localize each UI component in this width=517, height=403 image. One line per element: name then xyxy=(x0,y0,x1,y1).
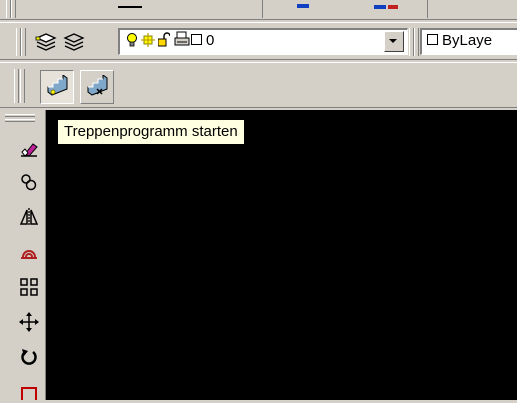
toolbar-grip[interactable] xyxy=(5,119,35,122)
rotate-icon xyxy=(19,347,39,370)
erase-button[interactable] xyxy=(15,136,43,162)
array-button[interactable] xyxy=(15,275,43,301)
modify-toolbar xyxy=(0,110,46,403)
toolbar-grip[interactable] xyxy=(5,114,35,117)
toolbar-button-edge[interactable] xyxy=(118,6,142,8)
scale-button[interactable] xyxy=(15,382,43,403)
stair-start-button[interactable] xyxy=(40,70,74,104)
layer-dropdown-button[interactable] xyxy=(384,31,404,52)
toolbar-button-edge[interactable] xyxy=(388,5,398,9)
toolbar-grip[interactable] xyxy=(414,28,419,56)
toolbar-grip[interactable] xyxy=(14,69,19,103)
toolbar-separator xyxy=(262,0,263,18)
move-icon xyxy=(19,311,39,335)
layer-previous-icon[interactable] xyxy=(62,30,86,54)
move-button[interactable] xyxy=(15,310,43,336)
sun-icon[interactable] xyxy=(141,33,155,50)
stair-edit-icon xyxy=(85,73,109,100)
layers-toolbar: 0 ByLaye xyxy=(0,22,517,60)
copy-object-icon xyxy=(19,172,39,195)
stair-start-icon xyxy=(45,73,69,100)
mirror-icon xyxy=(19,207,39,230)
toolbar-grip[interactable] xyxy=(11,0,16,18)
copy-button[interactable] xyxy=(15,170,43,196)
layer-control-dropdown[interactable]: 0 xyxy=(118,28,408,55)
toolbar-button-edge[interactable] xyxy=(374,5,386,9)
printer-icon[interactable] xyxy=(174,31,190,51)
toolbar-grip[interactable] xyxy=(20,69,25,103)
chevron-down-icon xyxy=(389,39,397,43)
linetype-control-dropdown[interactable]: ByLaye xyxy=(420,28,517,55)
color-swatch-icon[interactable] xyxy=(191,34,202,45)
stair-toolbar xyxy=(0,62,517,108)
color-swatch-icon xyxy=(427,34,438,45)
offset-icon xyxy=(19,242,39,265)
unlocked-padlock-icon[interactable] xyxy=(157,32,171,51)
drawing-canvas[interactable] xyxy=(46,110,517,400)
toolbar-button-edge[interactable] xyxy=(297,4,309,8)
tooltip: Treppenprogramm starten xyxy=(57,119,245,145)
layer-name: 0 xyxy=(206,32,215,49)
standard-toolbar xyxy=(0,0,517,20)
rotate-button[interactable] xyxy=(15,345,43,371)
eraser-icon xyxy=(19,138,39,161)
stair-edit-button[interactable] xyxy=(80,70,114,104)
array-icon xyxy=(19,277,39,300)
mirror-button[interactable] xyxy=(15,205,43,231)
toolbar-separator xyxy=(427,0,428,18)
lightbulb-icon[interactable] xyxy=(126,32,138,51)
offset-button[interactable] xyxy=(15,240,43,266)
toolbar-grip[interactable] xyxy=(21,28,26,56)
linetype-value: ByLaye xyxy=(442,32,493,49)
layer-manager-icon[interactable] xyxy=(34,30,58,54)
